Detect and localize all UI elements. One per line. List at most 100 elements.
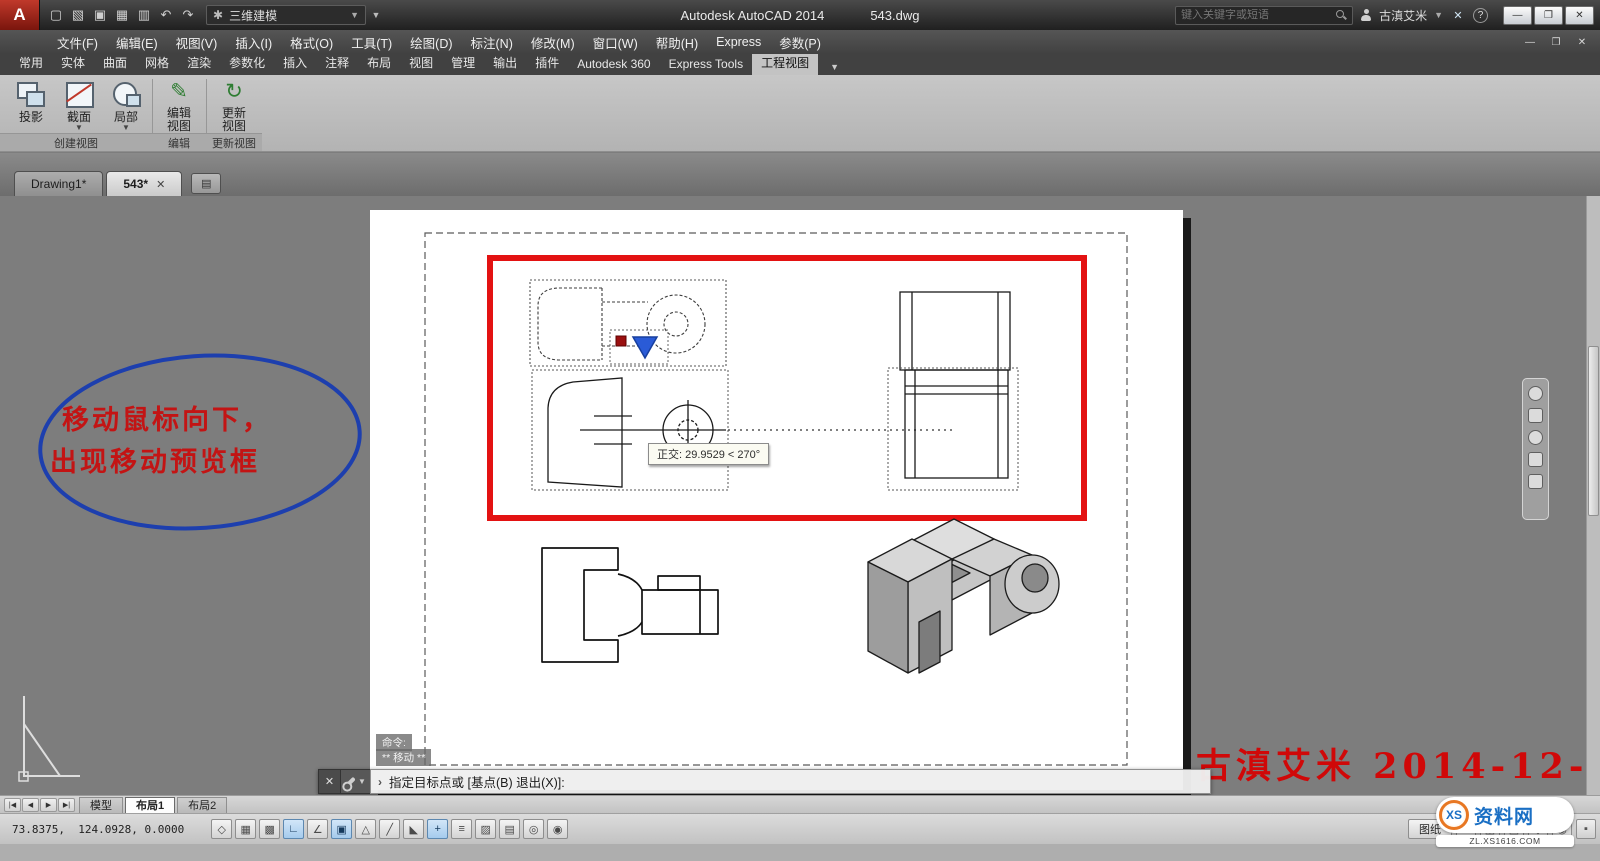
polar-tracking-toggle[interactable]: ∠ [307,819,328,839]
file-tab-543[interactable]: 543* ✕ [106,171,182,196]
command-tools-button[interactable]: ▼ [340,769,370,794]
ribbon-tab-view[interactable]: 视图 [400,51,442,75]
file-tab-drawing1[interactable]: Drawing1* [14,171,103,196]
ribbon-tab-autodesk360[interactable]: Autodesk 360 [568,54,659,75]
menu-file[interactable]: 文件(F) [48,30,107,54]
quick-properties-toggle[interactable]: ▤ [499,819,520,839]
ribbon-tab-plugins[interactable]: 插件 [526,51,568,75]
projection-button[interactable]: 投影 [8,79,54,124]
snap-toggle[interactable]: ▦ [235,819,256,839]
next-layout-button[interactable]: ▶ [40,798,57,812]
menu-insert[interactable]: 插入(I) [226,30,281,54]
menu-format[interactable]: 格式(O) [281,30,342,54]
vertical-scrollbar[interactable] [1586,196,1600,795]
clean-screen-icon[interactable]: ▪ [1576,819,1596,839]
coordinate-readout[interactable]: 73.8375, 124.0928, 0.0000 [8,820,194,839]
selection-cycling-toggle[interactable]: ◎ [523,819,544,839]
open-file-icon[interactable]: ▧ [68,5,88,25]
lineweight-toggle[interactable]: ≡ [451,819,472,839]
menu-window[interactable]: 窗口(W) [584,30,647,54]
qat-overflow-icon[interactable]: ▼ [369,10,383,20]
ribbon-tab-annotate[interactable]: 注释 [316,51,358,75]
save-icon[interactable]: ▣ [90,5,110,25]
close-button[interactable]: ✕ [1565,6,1594,25]
dynamic-ucs-toggle[interactable]: ◣ [403,819,424,839]
user-menu-chevron-icon[interactable]: ▼ [1434,10,1443,20]
exchange-apps-icon[interactable]: ✕ [1450,9,1466,22]
ribbon-minimize-icon[interactable]: ▼ [824,59,845,75]
menu-tools[interactable]: 工具(T) [342,30,401,54]
ribbon-tab-render[interactable]: 渲染 [178,51,220,75]
menu-parametric[interactable]: 参数(P) [770,30,830,54]
undo-icon[interactable]: ↶ [156,5,176,25]
section-button[interactable]: 截面 ▼ [56,79,102,132]
search-icon[interactable] [1335,9,1347,21]
edit-view-button[interactable]: ✎ 编辑 视图 [156,79,202,133]
grid-toggle[interactable]: ▩ [259,819,280,839]
ortho-toggle[interactable]: ∟ [283,819,304,839]
orbit-icon[interactable] [1528,452,1543,467]
save-as-icon[interactable]: ▦ [112,5,132,25]
redo-icon[interactable]: ↷ [178,5,198,25]
detail-dropdown-icon[interactable]: ▼ [122,124,130,132]
menu-dimension[interactable]: 标注(N) [462,30,522,54]
navigation-wheel-icon[interactable] [1528,386,1543,401]
title-bar-right: 古滇艾米 ▼ ✕ ? — ❐ ✕ [1175,0,1594,30]
doc-close-icon[interactable]: ✕ [1574,37,1590,48]
command-close-icon[interactable]: ✕ [318,769,340,794]
new-drawing-button[interactable]: ▤ [191,173,221,194]
prev-layout-button[interactable]: ◀ [22,798,39,812]
ribbon-tab-parametric[interactable]: 参数化 [220,51,274,75]
menu-draw[interactable]: 绘图(D) [401,30,461,54]
model-tab[interactable]: 模型 [79,797,123,813]
ribbon-tab-solid[interactable]: 实体 [52,51,94,75]
ribbon-tab-insert[interactable]: 插入 [274,51,316,75]
drawing-canvas[interactable]: 正交: 29.9529 < 270° 移动鼠标向下， 出现移动预览框 命令: *… [0,196,1600,795]
first-layout-button[interactable]: |◀ [4,798,21,812]
object-snap-tracking-toggle[interactable]: ╱ [379,819,400,839]
menu-view[interactable]: 视图(V) [167,30,227,54]
ribbon-tab-mesh[interactable]: 网格 [136,51,178,75]
ribbon-tab-engineering-views[interactable]: 工程视图 [752,51,818,75]
workspace-selector[interactable]: ✱ 三维建模 ▼ [206,5,366,25]
ribbon-tab-surface[interactable]: 曲面 [94,51,136,75]
last-layout-button[interactable]: ▶| [58,798,75,812]
dynamic-input-toggle[interactable]: + [427,819,448,839]
new-file-icon[interactable]: ▢ [46,5,66,25]
minimize-button[interactable]: — [1503,6,1532,25]
ribbon-tab-layout[interactable]: 布局 [358,51,400,75]
help-icon[interactable]: ? [1473,8,1488,23]
annotation-monitor-toggle[interactable]: ◉ [547,819,568,839]
ribbon-tab-manage[interactable]: 管理 [442,51,484,75]
object-snap-toggle[interactable]: ▣ [331,819,352,839]
ribbon-tab-output[interactable]: 输出 [484,51,526,75]
doc-minimize-icon[interactable]: — [1522,37,1538,48]
layout1-tab[interactable]: 布局1 [125,797,175,813]
scrollbar-thumb[interactable] [1588,346,1599,516]
update-view-button[interactable]: ↻ 更新 视图 [211,79,257,133]
3d-object-snap-toggle[interactable]: △ [355,819,376,839]
maximize-button[interactable]: ❐ [1534,6,1563,25]
transparency-toggle[interactable]: ▨ [475,819,496,839]
menu-edit[interactable]: 编辑(E) [107,30,167,54]
pan-icon[interactable] [1528,408,1543,423]
infer-constraints-toggle[interactable]: ◇ [211,819,232,839]
command-input[interactable]: › 指定目标点或 [基点(B) 退出(X)]: [370,769,1211,794]
menu-help[interactable]: 帮助(H) [647,30,707,54]
ribbon-tab-express-tools[interactable]: Express Tools [660,54,752,75]
zoom-icon[interactable] [1528,430,1543,445]
showmotion-icon[interactable] [1528,474,1543,489]
section-dropdown-icon[interactable]: ▼ [75,124,83,132]
search-input[interactable] [1181,9,1330,21]
autocad-logo-button[interactable]: A [0,0,40,30]
menu-modify[interactable]: 修改(M) [522,30,584,54]
layout2-tab[interactable]: 布局2 [177,797,227,813]
ribbon-panel-area: 投影 截面 ▼ 局部 ▼ ✎ 编辑 视图 ↻ 更新 视图 创建视图 编辑 更新视… [0,75,1600,152]
ribbon-tab-home[interactable]: 常用 [10,51,52,75]
plot-icon[interactable]: ▥ [134,5,154,25]
detail-button[interactable]: 局部 ▼ [103,79,149,132]
signed-in-user[interactable]: 古滇艾米 [1379,7,1427,24]
doc-restore-icon[interactable]: ❐ [1548,37,1564,48]
menu-express[interactable]: Express [707,30,770,54]
file-tab-close-icon[interactable]: ✕ [156,178,165,191]
